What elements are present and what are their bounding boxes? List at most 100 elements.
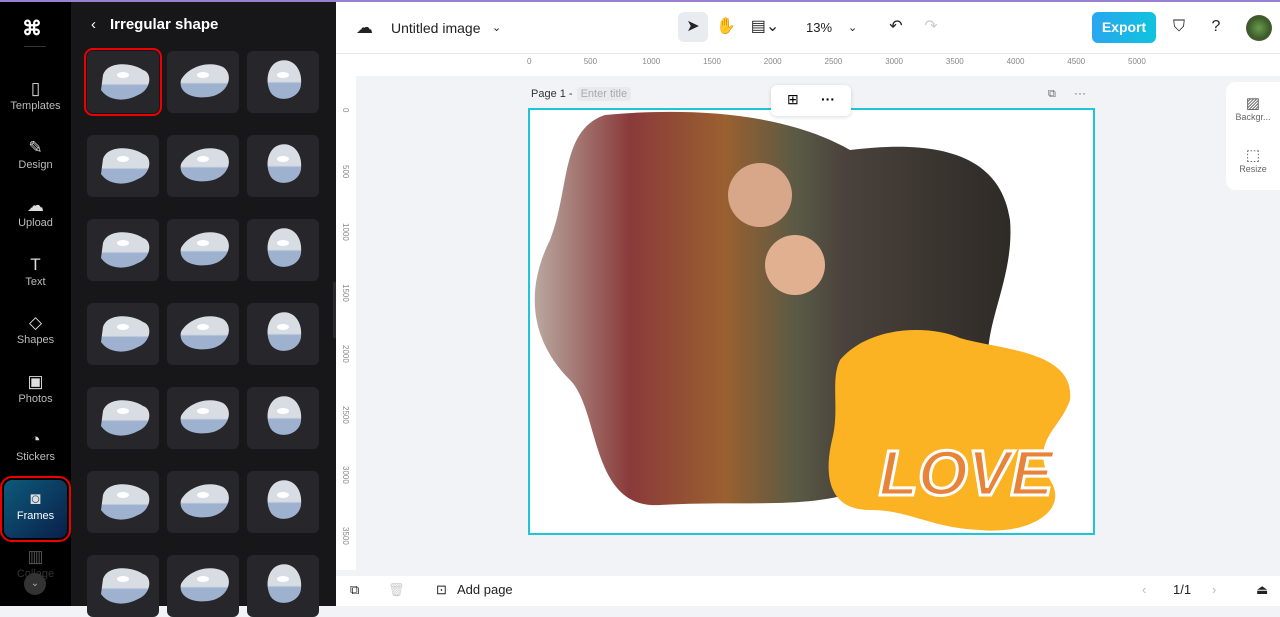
ruler-label: 2500: [341, 405, 350, 424]
undo-button[interactable]: ↶: [881, 12, 911, 42]
delete-page-button[interactable]: 🗑: [388, 582, 405, 598]
rail-photos[interactable]: ▣ Photos: [4, 371, 67, 423]
avatar[interactable]: [1246, 15, 1272, 41]
shape-preview-icon: [101, 64, 150, 100]
select-tool-button[interactable]: ➤: [678, 12, 708, 42]
shapes-icon: ◇: [28, 313, 43, 332]
ruler-label: 3500: [341, 526, 350, 545]
photo-face: [728, 163, 792, 227]
frame-shape-tile[interactable]: [87, 303, 159, 365]
photos-icon: ▣: [27, 372, 44, 391]
rail-label: Templates: [10, 100, 61, 112]
page-label: Page 1 - Enter title: [531, 87, 632, 101]
background-label: Backgr...: [1235, 112, 1271, 122]
prev-page-button[interactable]: ‹: [1142, 582, 1146, 597]
shape-preview-icon: [267, 228, 302, 267]
frame-shape-tile[interactable]: [87, 471, 159, 533]
frame-image[interactable]: LOVE: [530, 110, 1095, 535]
rail-design[interactable]: ✎ Design: [4, 137, 67, 189]
shape-preview-icon: [267, 396, 302, 435]
ruler-label: 0: [341, 108, 350, 113]
photo-face: [765, 235, 825, 295]
frame-shape-tile[interactable]: [167, 51, 239, 113]
add-page-button[interactable]: Add page: [457, 582, 513, 597]
frame-shape-tile[interactable]: [167, 387, 239, 449]
ruler-label: 2500: [824, 57, 843, 66]
background-icon: ▨: [1245, 95, 1261, 112]
background-button[interactable]: ▨ Backgr...: [1226, 94, 1280, 122]
frame-shape-tile[interactable]: [167, 303, 239, 365]
page-title-input[interactable]: Enter title: [576, 87, 632, 101]
canvas-page[interactable]: LOVE: [528, 108, 1095, 535]
frame-shape-tile[interactable]: [87, 219, 159, 281]
hand-tool-button[interactable]: ✋: [711, 12, 741, 42]
frame-shape-tile[interactable]: [167, 135, 239, 197]
title-chevron-icon[interactable]: ⌄: [492, 2, 501, 54]
expand-more-button[interactable]: ⌄: [24, 573, 46, 595]
page-more-icon[interactable]: ···: [1074, 86, 1086, 100]
shape-preview-icon: [267, 144, 302, 183]
left-rail: ⌘ ▯ Templates ✎ Design ☁ Upload T Text ◇ Shap…: [0, 0, 71, 606]
divider: [24, 46, 46, 47]
frame-shape-tile[interactable]: [247, 471, 319, 533]
rail-text[interactable]: T Text: [4, 254, 67, 306]
ruler-label: 500: [341, 164, 350, 179]
zoom-chevron-icon[interactable]: ⌄: [848, 2, 857, 54]
frame-shape-tile[interactable]: [87, 387, 159, 449]
back-button[interactable]: ‹: [91, 16, 96, 33]
duplicate-page-icon[interactable]: ⧉: [1048, 88, 1056, 101]
rail-stickers[interactable]: ◔ Stickers: [4, 429, 67, 481]
bottom-bar: ⧉ 🗑 ⊡ Add page ‹ 1/1 › ⏏: [336, 576, 1280, 606]
resize-button[interactable]: ⬚ Resize: [1226, 146, 1280, 174]
frame-shape-tile[interactable]: [247, 303, 319, 365]
ruler-label: 3000: [341, 466, 350, 484]
shape-preview-icon: [180, 400, 229, 434]
rail-shapes[interactable]: ◇ Shapes: [4, 312, 67, 364]
frame-shape-tile[interactable]: [87, 555, 159, 617]
rail-label: Stickers: [15, 451, 56, 463]
shape-preview-icon: [101, 316, 150, 352]
more-options-icon[interactable]: ···: [821, 91, 835, 107]
frame-shape-tile[interactable]: [247, 219, 319, 281]
cloud-save-icon[interactable]: ☁: [356, 2, 373, 54]
frame-shape-tile[interactable]: [87, 135, 159, 197]
resize-icon: ⬚: [1245, 147, 1261, 164]
export-button[interactable]: Export: [1092, 12, 1156, 43]
frame-shape-tile[interactable]: [167, 471, 239, 533]
redo-button[interactable]: ↷: [916, 12, 946, 42]
document-title[interactable]: Untitled image: [391, 2, 481, 54]
rail-upload[interactable]: ☁ Upload: [4, 195, 67, 247]
vertical-ruler: 0 500 1000 1500 2000 2500 3000 3500: [336, 76, 356, 570]
rail-frames[interactable]: ◙ Frames: [0, 476, 71, 542]
add-page-icon[interactable]: ⊡: [436, 582, 447, 598]
love-text[interactable]: LOVE: [877, 436, 1057, 511]
frame-shape-tile[interactable]: [247, 387, 319, 449]
replace-image-icon[interactable]: ⊞: [787, 91, 799, 108]
shape-preview-icon: [180, 232, 229, 266]
shape-preview-icon: [101, 400, 150, 436]
layout-button[interactable]: ▤⌄: [750, 12, 780, 42]
frame-shape-tile[interactable]: [167, 555, 239, 617]
frame-shape-tile[interactable]: [247, 135, 319, 197]
rail-label: Upload: [18, 217, 53, 229]
frame-shape-tile[interactable]: [84, 48, 162, 116]
ruler-label: 4000: [1006, 57, 1025, 66]
shape-preview-icon: [267, 564, 302, 603]
page-manager-icon[interactable]: ⏏: [1256, 582, 1268, 598]
shape-preview-icon: [101, 148, 150, 184]
shape-preview-icon: [180, 316, 229, 350]
duplicate-page-button[interactable]: ⧉: [350, 582, 359, 598]
page-count: 1/1: [1173, 582, 1192, 597]
help-icon[interactable]: ?: [1201, 12, 1231, 42]
frame-shape-tile[interactable]: [247, 51, 319, 113]
shape-preview-icon: [267, 312, 302, 351]
shape-preview-icon: [180, 568, 229, 602]
rail-templates[interactable]: ▯ Templates: [4, 78, 67, 130]
next-page-button[interactable]: ›: [1212, 582, 1216, 597]
ruler-label: 2000: [763, 57, 782, 66]
frame-shape-tile[interactable]: [167, 219, 239, 281]
shape-preview-icon: [180, 148, 229, 182]
shield-icon[interactable]: ⛉: [1164, 12, 1194, 42]
frame-shape-tile[interactable]: [247, 555, 319, 617]
zoom-level[interactable]: 13%: [806, 2, 832, 54]
